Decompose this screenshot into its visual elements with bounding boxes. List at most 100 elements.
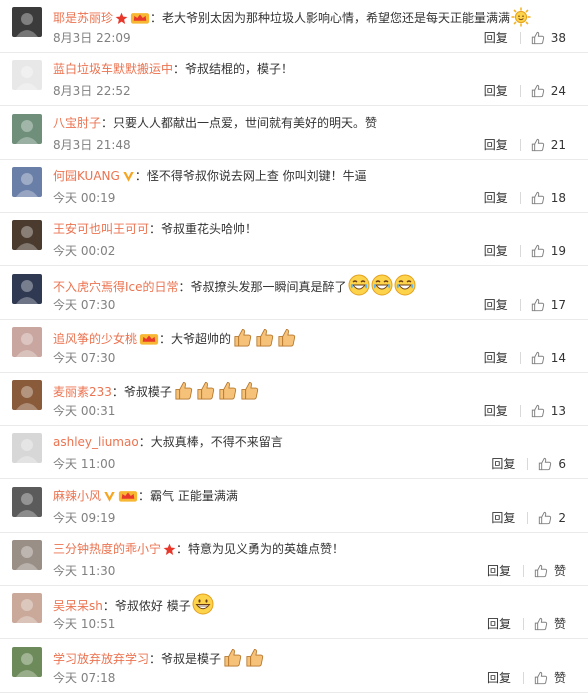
reply-button[interactable]: 回复 (491, 456, 515, 472)
avatar[interactable] (12, 7, 42, 37)
reply-button[interactable]: 回复 (491, 510, 515, 526)
avatar[interactable] (12, 380, 42, 410)
username-link[interactable]: 三分钟热度的乖小宁 (53, 542, 161, 556)
username-link[interactable]: 学习放弃放弃学习 (53, 652, 149, 666)
like-button[interactable]: 24 (531, 83, 566, 99)
avatar[interactable] (12, 114, 42, 144)
reply-button[interactable]: 回复 (484, 83, 508, 99)
like-button[interactable]: 21 (531, 137, 566, 153)
like-button[interactable]: 13 (531, 403, 566, 419)
comment-item: 蓝白垃圾车默默搬运中：爷叔结棍的，模子！ 8月3日 22:52 回复 24 (0, 53, 588, 106)
avatar[interactable] (12, 487, 42, 517)
comment-body: 麻辣小风 ：霸气 正能量满满 (53, 487, 580, 505)
comment-meta: 8月3日 22:09 回复 38 (53, 30, 580, 46)
comment-actions: 回复 24 (484, 83, 566, 99)
comment-colon: ： (138, 435, 151, 449)
thumbs-up-icon (531, 351, 551, 365)
username-link[interactable]: 不入虎穴焉得Ice的日常 (53, 280, 179, 294)
action-divider (519, 139, 521, 151)
member-crown-icon (118, 489, 138, 508)
username-link[interactable]: 追风筝的少女桃 (53, 332, 137, 346)
username-link[interactable]: 吴呆呆sh (53, 599, 103, 613)
username-link[interactable]: ashley_liumao (53, 435, 139, 449)
like-button[interactable]: 14 (531, 350, 566, 366)
comment-timestamp: 8月3日 22:09 (53, 31, 131, 45)
like-button[interactable]: 17 (531, 297, 566, 313)
username-link[interactable]: 蓝白垃圾车默默搬运中 (53, 62, 173, 76)
like-button[interactable]: 赞 (534, 563, 566, 579)
comment-colon: ： (149, 222, 162, 236)
thumbs-up-icon (531, 298, 551, 312)
comment-body: 吴呆呆sh：爷叔侬好 模子 (53, 593, 580, 615)
reply-button[interactable]: 回复 (484, 30, 508, 46)
thumbs-up-icon (531, 404, 551, 418)
like-count: 24 (550, 84, 566, 98)
username-link[interactable]: 何园KUANG (53, 169, 120, 183)
comment-colon: ： (178, 280, 191, 294)
comment-colon: ： (111, 385, 124, 399)
comment-meta: 8月3日 21:48 回复 21 (53, 137, 580, 153)
username-link[interactable]: 八宝肘子 (53, 116, 101, 130)
avatar[interactable] (12, 540, 42, 570)
comment-body: 不入虎穴焉得Ice的日常：爷叔撩头发那一瞬间真是醉了 (53, 274, 580, 296)
comment-body: ashley_liumao：大叔真棒，不得不来留言 (53, 433, 580, 451)
like-count: 13 (550, 404, 566, 418)
reply-button[interactable]: 回复 (484, 137, 508, 153)
like-button[interactable]: 赞 (534, 670, 566, 686)
reply-button[interactable]: 回复 (487, 563, 511, 579)
avatar[interactable] (12, 433, 42, 463)
comment-text: 大叔真棒，不得不来留言 (150, 435, 283, 449)
like-button[interactable]: 2 (538, 510, 566, 526)
comment-timestamp: 今天 10:51 (53, 617, 116, 631)
avatar[interactable] (12, 220, 42, 250)
thumbs-up-icon (538, 457, 558, 471)
reply-button[interactable]: 回复 (484, 350, 508, 366)
like-count: 赞 (553, 564, 566, 578)
comment-meta: 今天 07:30 回复 17 (53, 297, 580, 313)
reply-button[interactable]: 回复 (484, 403, 508, 419)
like-button[interactable]: 赞 (534, 616, 566, 632)
username-link[interactable]: 麻辣小风 (53, 489, 101, 503)
like-count: 38 (550, 31, 566, 45)
like-button[interactable]: 19 (531, 243, 566, 259)
comment-text: 爷叔是模子 (161, 652, 222, 666)
thumbs-up-icon (531, 31, 551, 45)
verified-v-icon (122, 170, 135, 188)
comment-actions: 回复 38 (484, 30, 566, 46)
comment-text: 爷叔结棍的，模子！ (185, 62, 294, 76)
comment-body: 三分钟热度的乖小宁 ：特意为见义勇为的英雄点赞！ (53, 540, 580, 558)
comment-item: 不入虎穴焉得Ice的日常：爷叔撩头发那一瞬间真是醉了 今天 07:30 回复 17 (0, 267, 588, 320)
avatar[interactable] (12, 60, 42, 90)
comment-meta: 今天 07:18 回复 赞 (53, 670, 580, 686)
reply-button[interactable]: 回复 (484, 297, 508, 313)
action-divider (527, 458, 529, 470)
reply-button[interactable]: 回复 (487, 616, 511, 632)
reply-button[interactable]: 回复 (487, 670, 511, 686)
like-button[interactable]: 6 (538, 456, 566, 472)
username-link[interactable]: 王安可也叫王可可 (53, 222, 149, 236)
avatar[interactable] (12, 327, 42, 357)
avatar[interactable] (12, 647, 42, 677)
username-link[interactable]: 耶是苏丽珍 (53, 11, 113, 25)
comment-actions: 回复 赞 (487, 670, 566, 686)
comment-meta: 今天 00:31 回复 13 (53, 403, 580, 419)
action-divider (519, 352, 521, 364)
comment-actions: 回复 17 (484, 297, 566, 313)
comment-colon: ： (159, 332, 172, 346)
comment-item: ashley_liumao：大叔真棒，不得不来留言 今天 11:00 回复 6 (0, 426, 588, 479)
comment-body: 耶是苏丽珍 ：老大爷别太因为那种垃圾人影响心情，希望您还是每天正能量满满 (53, 7, 580, 27)
member-crown-icon (139, 332, 159, 351)
like-button[interactable]: 18 (531, 190, 566, 206)
username-link[interactable]: 麦丽素233 (53, 385, 112, 399)
like-button[interactable]: 38 (531, 30, 566, 46)
comment-actions: 回复 19 (484, 243, 566, 259)
reply-button[interactable]: 回复 (484, 243, 508, 259)
avatar[interactable] (12, 167, 42, 197)
reply-button[interactable]: 回复 (484, 190, 508, 206)
thumbs-up-icon (531, 191, 551, 205)
avatar[interactable] (12, 593, 42, 623)
comment-item: 八宝肘子：只要人人都献出一点爱，世间就有美好的明天。赞 8月3日 21:48 回复 2… (0, 107, 588, 160)
comment-actions: 回复 14 (484, 350, 566, 366)
avatar[interactable] (12, 274, 42, 304)
comment-body: 八宝肘子：只要人人都献出一点爱，世间就有美好的明天。赞 (53, 114, 580, 132)
